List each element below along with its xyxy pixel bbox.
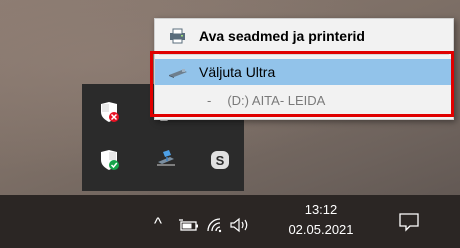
printer-icon <box>167 28 189 44</box>
clock-date: 02.05.2021 <box>288 222 354 237</box>
menu-item-open-devices-printers[interactable]: Ava seadmed ja printerid <box>155 23 453 49</box>
safely-remove-hardware-icon[interactable] <box>154 147 176 169</box>
defender-shield-icon[interactable] <box>98 149 120 171</box>
annotation-highlight-box <box>150 51 454 117</box>
skype-icon[interactable]: S <box>209 149 231 171</box>
svg-text:S: S <box>216 153 225 168</box>
menu-item-label: Ava seadmed ja printerid <box>199 28 365 44</box>
taskbar-clock[interactable]: 13:12 02.05.2021 <box>286 200 356 240</box>
wifi-icon[interactable] <box>204 214 224 239</box>
security-warning-icon[interactable] <box>98 101 120 123</box>
volume-icon[interactable] <box>229 216 251 239</box>
chevron-up-icon: ^ <box>154 214 162 233</box>
notification-center-icon[interactable] <box>398 212 420 232</box>
battery-icon[interactable] <box>179 219 201 238</box>
clock-time: 13:12 <box>304 202 338 217</box>
show-hidden-icons-chevron-icon[interactable]: ^ <box>154 214 162 234</box>
